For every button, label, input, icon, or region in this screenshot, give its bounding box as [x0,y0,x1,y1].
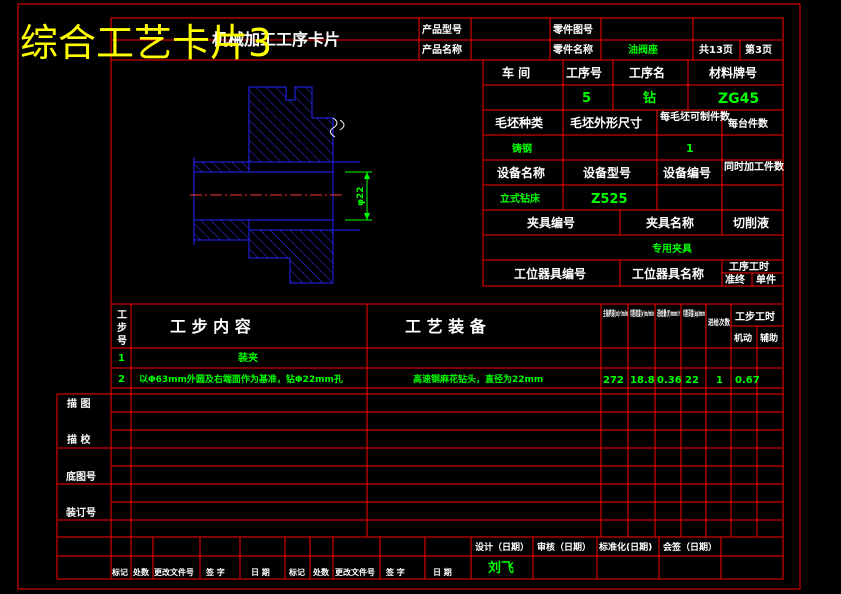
equip-model-label: 设备型号 [583,165,631,180]
step-no-header-1: 工 [117,310,127,321]
equip-name-label: 设备名称 [497,165,545,180]
step-no: 2 [118,374,125,385]
designer-name: 刘飞 [488,560,514,576]
op-name-label: 工序名 [629,65,665,80]
side-label-trace: 描 图 [67,397,90,410]
per-blank-label: 每毛坯可制件数 [660,110,731,123]
blank-type-label: 毛坯种类 [495,115,544,130]
prep-label: 准终 [725,273,746,286]
review-date-label: 审核（日期） [537,541,591,553]
rev-col-date-2: 日 期 [433,567,452,577]
countersign-date-label: 会签（日期） [663,541,717,553]
design-date-label: 设计（日期） [475,541,529,553]
op-time-label: 工序工时 [729,260,769,273]
step-no-header: 工 步 号 [117,310,130,347]
machine-time-value: 0.67 [735,375,760,386]
passes-value: 1 [716,375,723,386]
aux-time-header: 辅助 [760,332,778,344]
page-number: 第3页 [745,43,772,56]
step-no-header-3: 号 [117,335,127,347]
passes-header: 进给次数 [708,317,731,327]
station-name-label: 工位器具名称 [632,266,704,281]
rev-col-sign-2: 签 字 [385,567,405,577]
spindle-header: 主轴转速(n)r/min [603,308,628,318]
speed-header: 切削速度(v)m/min [630,308,654,318]
step-no: 1 [118,353,125,364]
rev-col-mark: 标记 [111,567,128,577]
rev-col-doc: 更改文件号 [154,567,194,577]
fixture-name-label: 夹具名称 [646,215,694,230]
part-name-label: 零件名称 [552,43,593,56]
spindle-value: 272 [603,375,624,386]
product-name-label: 产品名称 [422,43,462,56]
rev-col-count-2: 处数 [312,567,330,577]
inner-border [110,17,784,580]
total-pages: 共13页 [699,43,733,56]
rev-col-doc-2: 更改文件号 [335,567,375,577]
op-no-value: 5 [582,91,591,106]
workshop-label: 车 间 [502,65,530,80]
equip-name-value: 立式钻床 [500,192,541,205]
steps-table: 工 步 号 工 步 内 容 工 艺 装 备 主轴转速(n)r/min 切削速度(… [56,303,783,579]
diameter-dimension: φ22 [356,186,366,206]
rev-col-mark-2: 标记 [288,567,305,577]
depth-header: 切削深度(ap)mm [683,308,705,318]
step-equipment: 高速钢麻花钻头，直径为22mm [413,373,543,385]
info-table: 车 间 工序号 工序名 材料牌号 5 钻 ZG45 毛坯种类 毛坯外形尺寸 每毛… [482,60,785,287]
standard-date-label: 标准化(日期) [598,541,652,553]
simul-label: 同时加工件数 [724,160,785,173]
feed-header: 进给量(f)mm/r [657,308,680,318]
part-drawing: φ22 [190,86,372,284]
part-drawing-label: 零件图号 [552,23,593,36]
station-no-label: 工位器具编号 [514,266,586,281]
step-no-header-2: 步 [117,321,127,334]
feed-value: 0.36 [657,375,682,386]
material-label: 材料牌号 [708,65,757,80]
step-content: 以Φ63mm外圆及右端面作为基准，钻Φ22mm孔 [139,373,343,385]
blank-size-label: 毛坯外形尺寸 [570,115,642,130]
overlay-title: 综合工艺卡片3 [20,21,272,65]
blank-type-value: 铸钢 [512,142,532,155]
equip-model-value: Z525 [591,192,628,207]
side-label-base-drawing: 底图号 [66,470,96,483]
side-label-binding: 装订号 [65,506,96,519]
material-value: ZG45 [718,91,759,107]
rev-col-count: 处数 [132,567,150,577]
table-row: 1 装夹 [118,351,258,364]
coolant-label: 切削液 [733,215,769,230]
rev-col-date: 日 期 [251,567,270,577]
step-content-header: 工 步 内 容 [170,317,251,336]
speed-value: 18.8 [630,375,655,386]
unit-time-label: 单件 [756,273,776,286]
step-content: 装夹 [237,351,258,364]
step-time-header: 工步工时 [735,310,775,323]
op-no-label: 工序号 [566,65,602,80]
per-blank-value: 1 [686,142,694,155]
equip-no-label: 设备编号 [663,165,711,180]
depth-value: 22 [685,375,699,386]
op-name-value: 钻 [643,90,656,106]
outer-border [17,3,801,590]
per-unit-label: 每台件数 [728,117,769,130]
product-model-label: 产品型号 [422,23,462,36]
fixture-no-label: 夹具编号 [527,215,575,230]
footer-block: 设计（日期） 审核（日期） 标准化(日期) 会签（日期） 刘飞 标记 处数 更改… [57,537,783,580]
fixture-name-value: 专用夹具 [652,242,692,255]
side-label-trace-check: 描 校 [67,433,91,446]
table-row: 2 以Φ63mm外圆及右端面作为基准，钻Φ22mm孔 高速钢麻花钻头，直径为22… [118,373,760,386]
rev-col-sign: 签 字 [205,567,225,577]
process-card-sheet: 机械加工工序卡片 产品型号 产品名称 零件图号 零件名称 油阀座 共13页 第3… [17,3,801,590]
machine-time-header: 机动 [734,332,752,344]
step-equipment-header: 工 艺 装 备 [405,317,487,336]
part-name-value: 油阀座 [628,43,658,56]
